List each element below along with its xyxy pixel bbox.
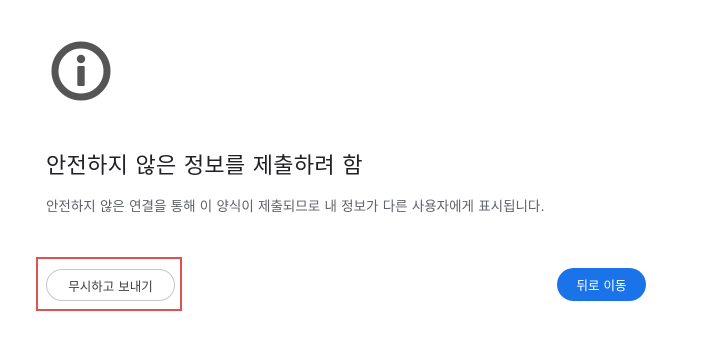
page-title: 안전하지 않은 정보를 제출하려 함 (46, 154, 363, 179)
go-back-button[interactable]: 뒤로 이동 (557, 268, 646, 301)
warning-description: 안전하지 않은 연결을 통해 이 양식이 제출되므로 내 정보가 다른 사용자에… (46, 199, 545, 215)
insecure-form-warning-page: 안전하지 않은 정보를 제출하려 함 안전하지 않은 연결을 통해 이 양식이 … (0, 0, 701, 354)
info-icon (51, 41, 111, 101)
send-anyway-button[interactable]: 무시하고 보내기 (46, 269, 175, 301)
